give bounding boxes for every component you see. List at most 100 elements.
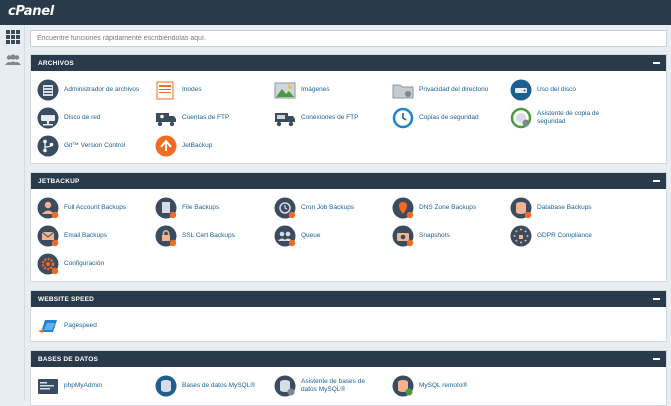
ftp-connections-label: Conexiones de FTP: [301, 114, 359, 121]
snapshots-link[interactable]: Snapshots: [392, 225, 450, 247]
ftp-accounts-icon: [156, 113, 176, 127]
queue-icon: [274, 225, 296, 247]
backup-wizard-label: Asistente de copia de seguridad: [537, 110, 600, 125]
ftp-accounts-link[interactable]: Cuentas de FTP: [155, 107, 229, 129]
database-backup-icon: [510, 197, 532, 219]
network-disk-label: Disco de red: [64, 114, 101, 121]
collapse-icon[interactable]: [653, 62, 660, 64]
queue-label: Queue: [301, 232, 321, 239]
phpmyadmin-icon: [38, 379, 58, 394]
archivos-title: ARCHIVOS: [38, 60, 74, 67]
directory-privacy-link[interactable]: Privacidad del directorio: [392, 79, 488, 101]
git-icon: [37, 135, 59, 157]
file-manager-label: Administrador de archivos: [64, 86, 140, 93]
pagespeed-icon: [38, 320, 57, 333]
jetbackup-header[interactable]: JETBACKUP: [31, 173, 666, 189]
jetbackup-link[interactable]: JetBackup: [155, 135, 212, 157]
images-label: Imágenes: [301, 86, 330, 93]
jetbackup-panel: JETBACKUP Full Account Backups File Back…: [30, 172, 667, 282]
top-bar: cPanel: [0, 0, 671, 25]
gdpr-compliance-label: GDPR Compliance: [537, 232, 592, 239]
jetbackup-icon: [155, 135, 177, 157]
configuracion-link[interactable]: Configuración: [37, 253, 104, 275]
jetbackup-label: JetBackup: [182, 142, 213, 149]
disk-usage-label: Uso del disco: [537, 86, 577, 93]
directory-privacy-icon: [392, 84, 414, 99]
inodes-icon: [156, 81, 174, 100]
directory-privacy-label: Privacidad del directorio: [419, 86, 489, 93]
collapse-icon[interactable]: [653, 298, 660, 300]
mysql-databases-link[interactable]: Bases de datos MySQL®: [155, 375, 255, 397]
collapse-icon[interactable]: [653, 358, 660, 360]
database-backups-link[interactable]: Database Backups: [510, 197, 592, 219]
file-manager-icon: [37, 79, 59, 101]
inodes-link[interactable]: Inodes: [155, 79, 202, 101]
full-account-backups-label: Full Account Backups: [64, 204, 127, 211]
email-backup-icon: [37, 225, 59, 247]
settings-icon: [37, 253, 59, 275]
bases-de-datos-panel: BASES DE DATOS phpMyAdmin Bases de datos…: [30, 350, 667, 406]
email-backups-link[interactable]: Email Backups: [37, 225, 107, 247]
backup-link[interactable]: Copias de seguridad: [392, 107, 479, 129]
ssl-cert-backups-label: SSL Cert Backups: [182, 232, 235, 239]
snapshots-icon: [392, 225, 414, 247]
remote-mysql-label: MySQL remoto®: [419, 382, 468, 389]
mysql-databases-label: Bases de datos MySQL®: [182, 382, 256, 389]
phpmyadmin-label: phpMyAdmin: [64, 382, 102, 389]
ftp-connections-icon: [275, 113, 295, 127]
file-manager-link[interactable]: Administrador de archivos: [37, 79, 139, 101]
ftp-connections-link[interactable]: Conexiones de FTP: [274, 107, 358, 129]
mysql-wizard-link[interactable]: Asistente de bases de datos MySQL®: [274, 375, 373, 397]
dns-zone-backups-link[interactable]: DNS Zone Backups: [392, 197, 476, 219]
network-disk-link[interactable]: Disco de red: [37, 107, 101, 129]
git-label: Git™ Version Control: [64, 142, 126, 149]
disk-usage-icon: [510, 79, 532, 101]
archivos-panel: ARCHIVOS Administrador de archivos Inode…: [30, 54, 667, 164]
inodes-label: Inodes: [182, 86, 202, 93]
configuracion-label: Configuración: [64, 260, 105, 267]
phpmyadmin-link[interactable]: phpMyAdmin: [37, 375, 102, 397]
images-icon: [274, 82, 296, 99]
remote-mysql-icon: [392, 375, 414, 397]
backup-icon: [392, 107, 414, 129]
jetbackup-title: JETBACKUP: [38, 178, 80, 185]
grid-icon[interactable]: [5, 30, 21, 44]
cron-backup-icon: [274, 197, 296, 219]
website-speed-header[interactable]: WEBSITE SPEED: [31, 291, 666, 307]
backup-wizard-link[interactable]: Asistente de copia de seguridad: [510, 107, 609, 129]
pagespeed-label: Pagespeed: [64, 322, 97, 329]
cron-job-backups-label: Cron Job Backups: [301, 204, 355, 211]
mysql-wizard-label: Asistente de bases de datos MySQL®: [301, 378, 365, 393]
images-link[interactable]: Imágenes: [274, 79, 330, 101]
bases-de-datos-header[interactable]: BASES DE DATOS: [31, 351, 666, 367]
dns-zone-backups-label: DNS Zone Backups: [419, 204, 477, 211]
sidebar: [0, 25, 25, 400]
collapse-icon[interactable]: [653, 180, 660, 182]
queue-link[interactable]: Queue: [274, 225, 321, 247]
website-speed-title: WEBSITE SPEED: [38, 296, 95, 303]
file-backups-link[interactable]: File Backups: [155, 197, 219, 219]
gdpr-compliance-link[interactable]: GDPR Compliance: [510, 225, 592, 247]
database-backups-label: Database Backups: [537, 204, 592, 211]
full-account-backups-link[interactable]: Full Account Backups: [37, 197, 126, 219]
ssl-cert-backups-link[interactable]: SSL Cert Backups: [155, 225, 235, 247]
archivos-header[interactable]: ARCHIVOS: [31, 55, 666, 71]
cron-job-backups-link[interactable]: Cron Job Backups: [274, 197, 354, 219]
remote-mysql-link[interactable]: MySQL remoto®: [392, 375, 467, 397]
bases-de-datos-title: BASES DE DATOS: [38, 356, 98, 363]
users-icon[interactable]: [5, 53, 21, 67]
backup-wizard-icon: [510, 107, 532, 129]
search-input[interactable]: [30, 30, 667, 47]
network-disk-icon: [37, 107, 59, 129]
full-account-backup-icon: [37, 197, 59, 219]
disk-usage-link[interactable]: Uso del disco: [510, 79, 576, 101]
git-link[interactable]: Git™ Version Control: [37, 135, 125, 157]
backup-label: Copias de seguridad: [419, 114, 479, 121]
mysql-databases-icon: [155, 375, 177, 397]
ftp-accounts-label: Cuentas de FTP: [182, 114, 230, 121]
cpanel-logo[interactable]: cPanel: [8, 4, 54, 19]
mysql-wizard-icon: [274, 375, 296, 397]
ssl-backup-icon: [155, 225, 177, 247]
website-speed-panel: WEBSITE SPEED Pagespeed: [30, 290, 667, 342]
pagespeed-link[interactable]: Pagespeed: [37, 315, 97, 337]
